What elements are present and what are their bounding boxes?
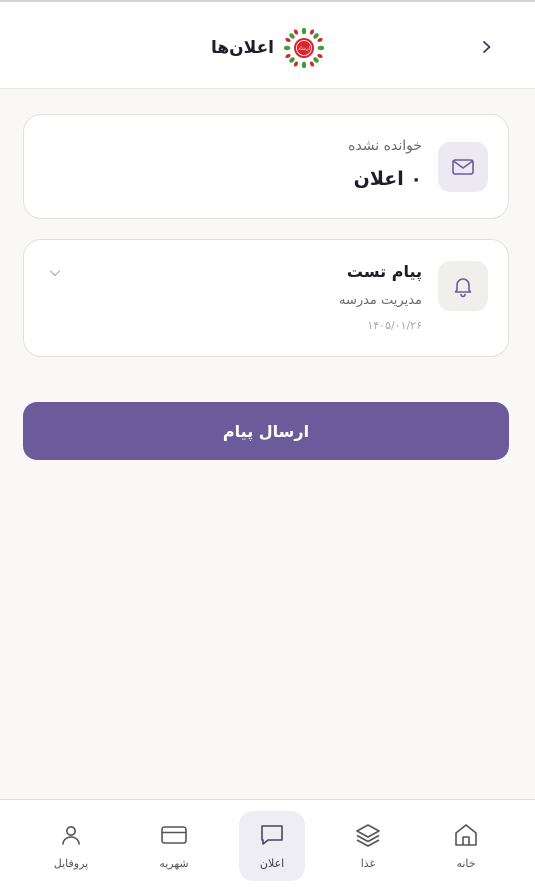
notification-icon-box — [438, 261, 488, 311]
school-logo: ارشاد — [284, 28, 325, 68]
app-header: اعلان‌ها — [0, 0, 535, 89]
unread-count: ۰ اعلان — [353, 168, 422, 190]
header-title-group: اعلان‌ها — [0, 28, 535, 68]
chevron-down-icon — [49, 270, 61, 277]
unread-summary-card: خوانده نشده ۰ اعلان — [23, 114, 509, 219]
message-icon — [261, 825, 283, 845]
nav-item-food[interactable]: غذا — [335, 811, 401, 881]
notification-date: ۱۴۰۵/۰۱/۲۶ — [367, 319, 422, 332]
page-title: اعلان‌ها — [210, 38, 275, 58]
nav-label-food: غذا — [360, 857, 376, 870]
mail-icon — [452, 159, 474, 175]
unread-icon-box — [438, 142, 488, 192]
layers-icon — [356, 824, 380, 847]
unread-label: خوانده نشده — [348, 138, 422, 154]
notification-card[interactable]: پیام تست مدیریت مدرسه ۱۴۰۵/۰۱/۲۶ — [23, 239, 509, 357]
bell-icon — [454, 278, 472, 298]
nav-item-tuition[interactable]: شهریه — [141, 811, 207, 881]
nav-label-notifications: اعلان — [259, 857, 285, 870]
bottom-navigation: پروفایل شهریه اعلان غذا خانه — [0, 799, 535, 891]
nav-item-home[interactable]: خانه — [433, 811, 499, 881]
nav-label-home: خانه — [456, 857, 476, 870]
nav-item-profile[interactable]: پروفایل — [38, 811, 104, 881]
send-message-button[interactable]: ارسال پیام — [23, 402, 509, 460]
credit-card-icon — [161, 826, 187, 844]
notification-sender: مدیریت مدرسه — [338, 293, 422, 308]
home-icon — [455, 824, 477, 846]
nav-label-profile: پروفایل — [53, 857, 89, 870]
logo-text: ارشاد — [298, 46, 310, 52]
user-icon — [62, 826, 80, 845]
nav-label-tuition: شهریه — [159, 857, 189, 870]
nav-item-notifications[interactable]: اعلان — [239, 811, 305, 881]
notification-title: پیام تست — [346, 262, 422, 281]
back-button[interactable] — [472, 32, 502, 62]
chevron-right-icon — [483, 41, 491, 53]
expand-notification-button[interactable] — [46, 264, 64, 282]
